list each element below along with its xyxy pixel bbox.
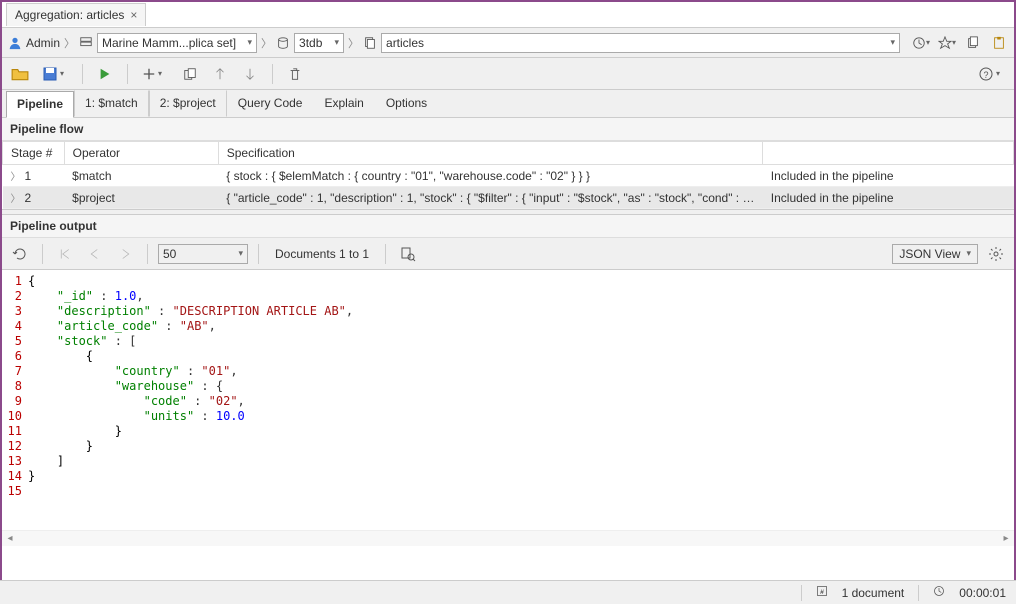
- status-count-icon: #: [816, 585, 828, 600]
- clock-icon: [933, 585, 945, 600]
- close-icon[interactable]: ×: [130, 8, 137, 22]
- open-button[interactable]: [8, 62, 32, 86]
- pipeline-table: Stage # Operator Specification 〉1 $match…: [2, 141, 1014, 209]
- status-document-count: 1 document: [842, 586, 905, 600]
- main-toolbar: ▾ ▾ ?▾: [2, 58, 1014, 90]
- tab-pipeline[interactable]: Pipeline: [6, 91, 74, 118]
- history-icon[interactable]: ▾: [912, 34, 930, 52]
- sub-tabs: Pipeline 1: $match 2: $project Query Cod…: [2, 90, 1014, 118]
- output-toolbar: 50 ▾ Documents 1 to 1 JSON View ▾: [2, 238, 1014, 270]
- chevron-down-icon: ▾: [966, 248, 971, 259]
- chevron-right-icon: 〉: [64, 35, 75, 51]
- table-row[interactable]: 〉2 $project { "article_code" : 1, "descr…: [3, 187, 1014, 209]
- chevron-down-icon: ▾: [238, 248, 243, 259]
- status-bar: # 1 document 00:00:01: [0, 580, 1016, 604]
- next-page-button[interactable]: [113, 242, 137, 266]
- save-button[interactable]: ▾: [38, 62, 72, 86]
- collection-label: articles: [386, 36, 424, 50]
- delete-button[interactable]: [283, 62, 307, 86]
- code-content: { "_id" : 1.0, "description" : "DESCRIPT…: [28, 274, 1014, 526]
- replica-label: Marine Mamm...plica set]: [102, 36, 236, 50]
- json-output[interactable]: 1 2 3 4 5 6 7 8 9 10 11 12 13 14 15 { "_…: [2, 270, 1014, 530]
- table-row[interactable]: 〉1 $match { stock : { $elemMatch : { cou…: [3, 165, 1014, 187]
- svg-text:#: #: [820, 589, 824, 596]
- add-stage-button[interactable]: ▾: [138, 62, 172, 86]
- pipeline-output-header: Pipeline output: [2, 215, 1014, 238]
- tab-title: Aggregation: articles: [15, 8, 124, 22]
- breadcrumb-user: Admin: [26, 36, 60, 50]
- view-selector[interactable]: JSON View ▾: [892, 244, 978, 264]
- expand-icon[interactable]: 〉: [11, 172, 21, 183]
- server-icon: [79, 36, 93, 50]
- line-gutter: 1 2 3 4 5 6 7 8 9 10 11 12 13 14 15: [2, 274, 28, 526]
- database-label: 3tdb: [299, 36, 322, 50]
- collection-selector[interactable]: articles ▾: [381, 33, 900, 53]
- chevron-down-icon: ▾: [247, 37, 252, 48]
- copy-icon[interactable]: [964, 34, 982, 52]
- svg-text:?: ?: [983, 70, 988, 80]
- replica-selector[interactable]: Marine Mamm...plica set] ▾: [97, 33, 257, 53]
- page-size-input[interactable]: 50 ▾: [158, 244, 248, 264]
- pipeline-flow-header: Pipeline flow: [2, 118, 1014, 141]
- first-page-button[interactable]: [53, 242, 77, 266]
- expand-icon[interactable]: 〉: [11, 194, 21, 205]
- horizontal-scrollbar[interactable]: ◂ ▸: [2, 530, 1014, 546]
- database-icon: [276, 36, 290, 50]
- chevron-down-icon: ▾: [890, 37, 895, 48]
- move-up-button[interactable]: [208, 62, 232, 86]
- move-down-button[interactable]: [238, 62, 262, 86]
- run-button[interactable]: [93, 62, 117, 86]
- col-specification[interactable]: Specification: [218, 142, 763, 165]
- col-included[interactable]: [763, 142, 1014, 165]
- col-stage[interactable]: Stage #: [3, 142, 65, 165]
- prev-page-button[interactable]: [83, 242, 107, 266]
- help-button[interactable]: ?▾: [974, 62, 1008, 86]
- document-tabs: Aggregation: articles ×: [2, 2, 1014, 28]
- refresh-button[interactable]: [8, 242, 32, 266]
- col-operator[interactable]: Operator: [64, 142, 218, 165]
- tab-explain[interactable]: Explain: [313, 90, 374, 117]
- document-range: Documents 1 to 1: [269, 247, 375, 261]
- settings-icon[interactable]: [984, 242, 1008, 266]
- chevron-right-icon: 〉: [261, 35, 272, 51]
- find-button[interactable]: [396, 242, 420, 266]
- user-icon: [8, 36, 22, 50]
- tab-query-code[interactable]: Query Code: [227, 90, 314, 117]
- duplicate-button[interactable]: [178, 62, 202, 86]
- database-selector[interactable]: 3tdb ▾: [294, 33, 344, 53]
- tab-match[interactable]: 1: $match: [74, 90, 149, 117]
- tab-aggregation[interactable]: Aggregation: articles ×: [6, 3, 146, 26]
- chevron-down-icon: ▾: [334, 37, 339, 48]
- tab-options[interactable]: Options: [375, 90, 438, 117]
- tab-project[interactable]: 2: $project: [149, 90, 227, 117]
- chevron-right-icon: 〉: [348, 35, 359, 51]
- scroll-left-icon[interactable]: ◂: [2, 533, 18, 544]
- collection-icon: [363, 36, 377, 50]
- status-elapsed-time: 00:00:01: [959, 586, 1006, 600]
- scroll-right-icon[interactable]: ▸: [998, 533, 1014, 544]
- favorite-icon[interactable]: ▾: [938, 34, 956, 52]
- breadcrumb: Admin 〉 Marine Mamm...plica set] ▾ 〉 3td…: [2, 28, 1014, 58]
- paste-icon[interactable]: [990, 34, 1008, 52]
